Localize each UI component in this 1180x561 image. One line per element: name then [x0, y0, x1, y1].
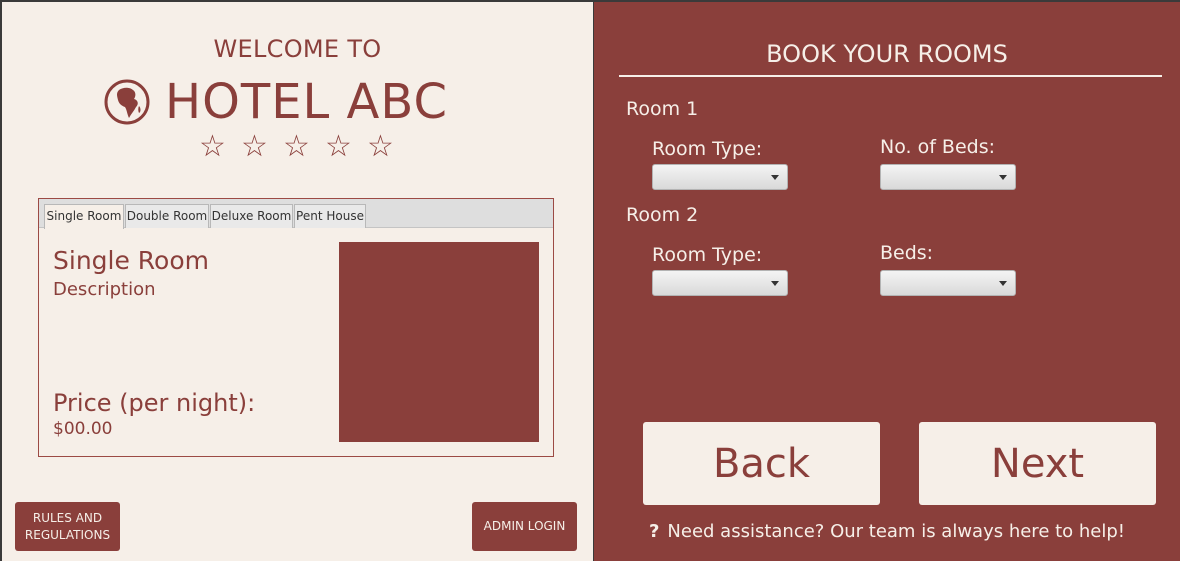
- question-icon: ?: [648, 521, 660, 542]
- hotel-info-panel: WELCOME TO HOTEL ABC ☆ ☆ ☆ ☆ ☆ Single Ro…: [2, 2, 593, 561]
- room-2-type-select[interactable]: [652, 270, 788, 296]
- tab-deluxe-room[interactable]: Deluxe Room: [210, 204, 293, 228]
- rules-button-label: RULES AND REGULATIONS: [24, 510, 111, 542]
- room-2-beds-select[interactable]: [880, 270, 1016, 296]
- tab-double-room[interactable]: Double Room: [125, 204, 209, 228]
- room-1-header: Room 1: [626, 98, 699, 120]
- admin-login-label: ADMIN LOGIN: [483, 519, 566, 533]
- price-value: $00.00: [53, 419, 113, 439]
- room-description: Description: [53, 279, 156, 300]
- tab-single-room[interactable]: Single Room: [44, 204, 124, 229]
- tab-pent-house[interactable]: Pent House: [294, 204, 366, 228]
- room-title: Single Room: [53, 246, 209, 275]
- star-icon: ☆: [367, 129, 394, 164]
- chevron-down-icon: [999, 175, 1007, 180]
- rules-and-regulations-button[interactable]: RULES AND REGULATIONS: [15, 502, 120, 551]
- welcome-heading: WELCOME TO: [213, 35, 382, 63]
- chevron-down-icon: [771, 281, 779, 286]
- help-text: Need assistance? Our team is always here…: [667, 521, 1126, 542]
- room-1-type-select[interactable]: [652, 164, 788, 190]
- room-1-beds-select[interactable]: [880, 164, 1016, 190]
- help-line: ? Need assistance? Our team is always her…: [594, 521, 1180, 542]
- star-icon: ☆: [199, 129, 226, 164]
- hotel-brand: HOTEL ABC: [103, 74, 448, 130]
- room-1-beds-label: No. of Beds:: [880, 136, 996, 158]
- room-2-header: Room 2: [626, 204, 699, 226]
- room-2-type-label: Room Type:: [652, 244, 763, 266]
- room-2-beds-label: Beds:: [880, 242, 934, 264]
- chevron-down-icon: [999, 281, 1007, 286]
- room-tab-bar: Single Room Double Room Deluxe Room Pent…: [39, 199, 553, 229]
- room-image: [339, 242, 539, 442]
- room-1-type-label: Room Type:: [652, 138, 763, 160]
- star-icon: ☆: [241, 129, 268, 164]
- next-button[interactable]: Next: [919, 422, 1156, 505]
- booking-panel: BOOK YOUR ROOMS Room 1 Room Type: No. of…: [594, 2, 1180, 561]
- chevron-down-icon: [771, 175, 779, 180]
- room-tab-pane: Single Room Double Room Deluxe Room Pent…: [38, 198, 554, 457]
- app-window: WELCOME TO HOTEL ABC ☆ ☆ ☆ ☆ ☆ Single Ro…: [0, 0, 1180, 561]
- hotel-name: HOTEL ABC: [165, 74, 448, 130]
- price-label: Price (per night):: [53, 389, 256, 417]
- admin-login-button[interactable]: ADMIN LOGIN: [472, 502, 577, 551]
- star-rating: ☆ ☆ ☆ ☆ ☆: [198, 129, 395, 165]
- globe-africa-icon: [104, 79, 150, 125]
- title-divider: [619, 75, 1162, 77]
- back-button[interactable]: Back: [643, 422, 880, 505]
- star-icon: ☆: [283, 129, 310, 164]
- booking-title: BOOK YOUR ROOMS: [766, 40, 1008, 68]
- star-icon: ☆: [325, 129, 352, 164]
